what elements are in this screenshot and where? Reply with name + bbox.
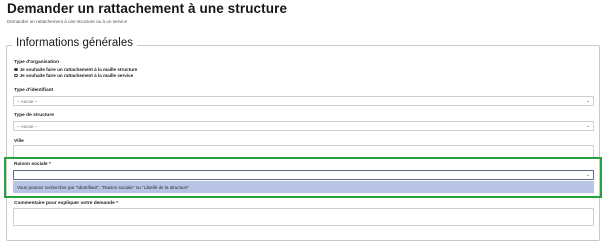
page-title: Demander un rattachement à une structure [7, 1, 288, 16]
commentaire-label: Commentaire pour expliquer votre demande… [14, 201, 118, 206]
radio-label: Je souhaite faire un rattachement à la m… [19, 73, 134, 78]
radio-unselected-icon[interactable] [14, 73, 18, 78]
type-structure-label: Type de structure [14, 113, 54, 118]
radio-option-structure[interactable]: Je souhaite faire un rattachement à la m… [14, 67, 137, 72]
type-identifiant-select[interactable]: -- Aucun -- ⌄ [13, 96, 594, 106]
raison-sociale-label: Raison sociale * [14, 162, 51, 167]
chevron-down-icon[interactable]: ⌄ [586, 172, 590, 178]
radio-option-service[interactable]: Je souhaite faire un rattachement à la m… [14, 73, 133, 78]
fieldset-legend: Informations générales [12, 37, 137, 49]
commentaire-textarea[interactable] [13, 208, 594, 226]
radio-label: Je souhaite faire un rattachement à la m… [19, 67, 138, 72]
select-value: -- Aucun -- [17, 123, 38, 129]
ville-label: Ville [14, 139, 24, 144]
type-identifiant-label: Type d'identifiant [14, 88, 54, 93]
raison-sociale-search-select[interactable]: ⌄ [13, 170, 594, 180]
page-subtitle: Demander un rattachement à une structure… [7, 19, 128, 24]
type-structure-select[interactable]: -- Aucun -- ⌄ [13, 121, 594, 131]
radio-selected-icon[interactable] [14, 67, 18, 72]
search-hint: Vous pouvez rechercher par "Identifiant"… [13, 181, 594, 193]
select-value: -- Aucun -- [17, 98, 38, 104]
type-organisation-label: Type d'organisation [14, 60, 60, 65]
chevron-down-icon[interactable]: ⌄ [586, 98, 590, 104]
chevron-down-icon[interactable]: ⌄ [586, 123, 590, 129]
